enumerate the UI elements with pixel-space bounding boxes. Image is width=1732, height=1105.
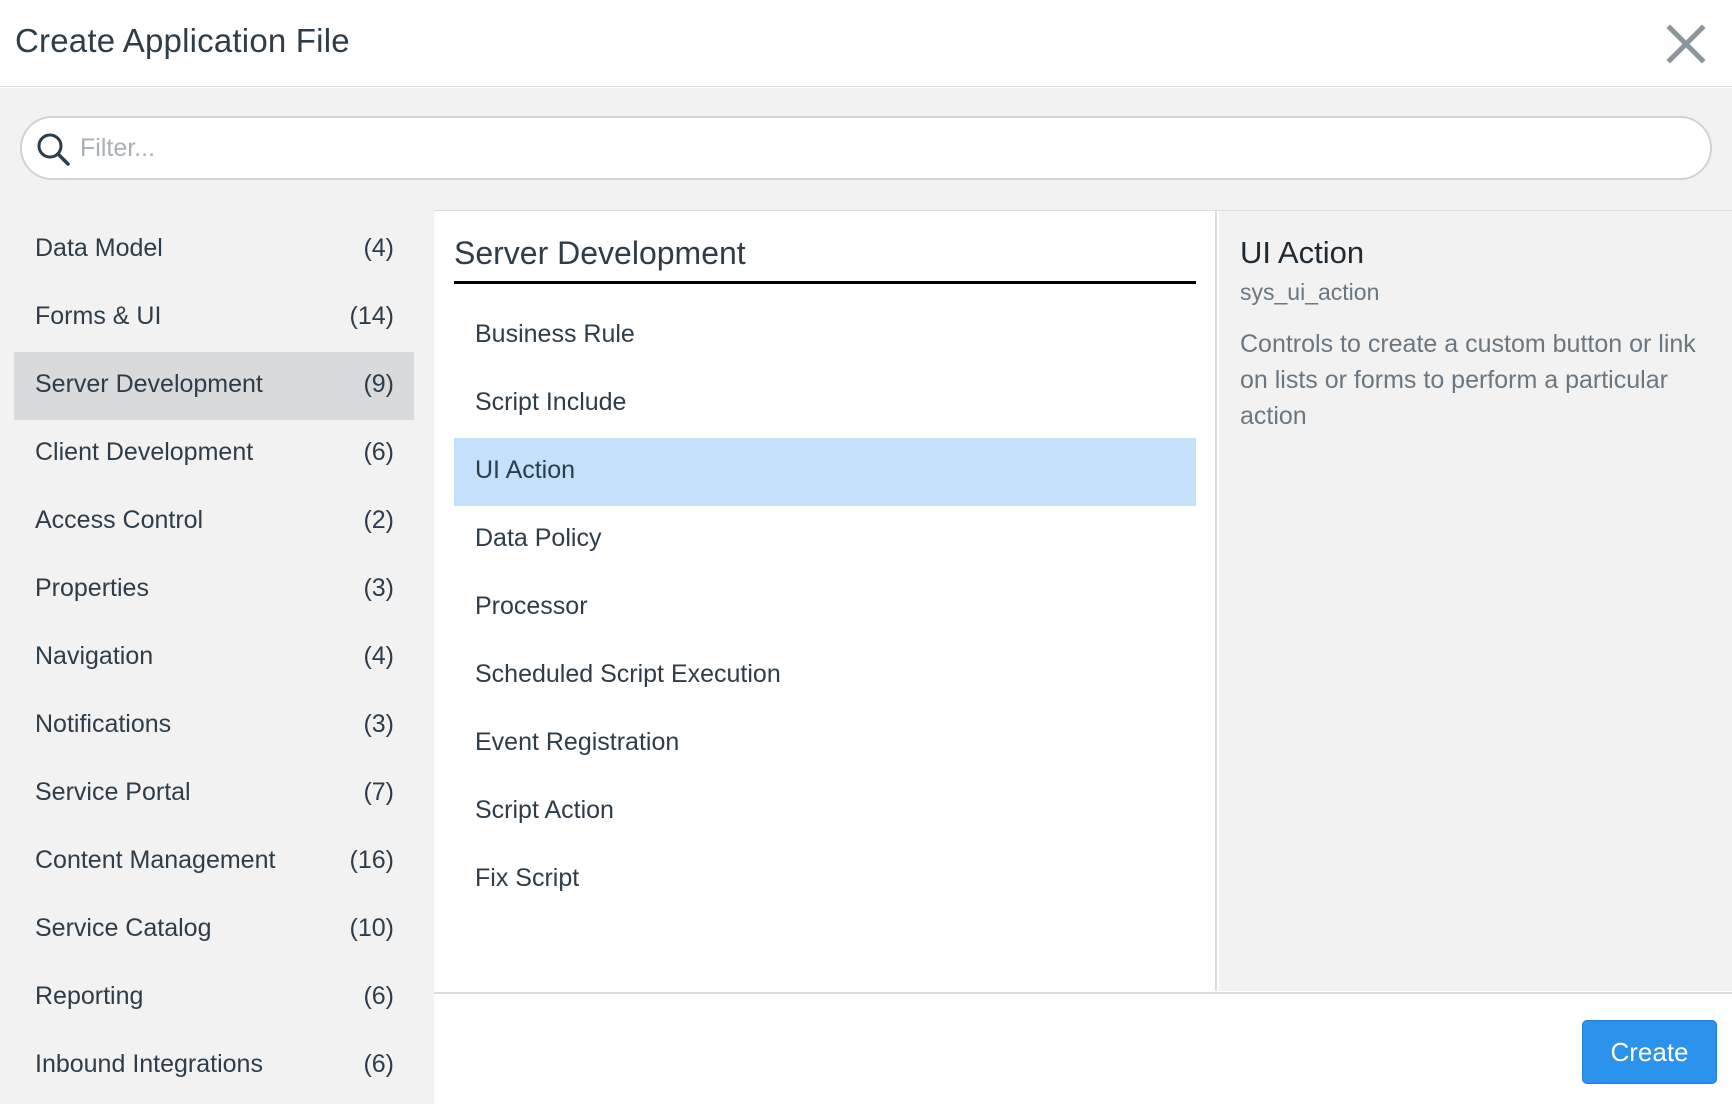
- category-item[interactable]: Client Development (6): [14, 420, 414, 488]
- category-item[interactable]: Service Portal (7): [14, 760, 414, 828]
- category-item[interactable]: Server Development (9): [14, 352, 414, 420]
- create-button[interactable]: Create: [1582, 1020, 1717, 1084]
- category-item[interactable]: Service Catalog (10): [14, 896, 414, 964]
- close-icon: [1666, 24, 1706, 64]
- category-item[interactable]: Content Management (16): [14, 828, 414, 896]
- detail-panel: UI Action sys_ui_action Controls to crea…: [1219, 211, 1732, 991]
- detail-title: UI Action: [1240, 235, 1365, 270]
- category-count: (4): [363, 234, 394, 262]
- file-type-item[interactable]: Scheduled Script Execution: [454, 642, 1196, 710]
- category-item[interactable]: Navigation (4): [14, 624, 414, 692]
- file-type-item[interactable]: Data Policy: [454, 506, 1196, 574]
- file-type-item[interactable]: Business Rule: [454, 302, 1196, 370]
- file-type-item[interactable]: Script Action: [454, 778, 1196, 846]
- category-label: Access Control: [35, 506, 204, 534]
- detail-description: Controls to create a custom button or li…: [1240, 330, 1696, 430]
- dialog-title: Create Application File: [15, 22, 350, 59]
- file-type-column: Server Development Business Rule Script I…: [434, 211, 1217, 991]
- category-list: Data Model (4) Forms & UI (14) Server Develo…: [14, 216, 414, 1100]
- category-count: (3): [363, 710, 394, 738]
- category-count: (2): [363, 506, 394, 534]
- file-type-heading: Server Development: [454, 235, 1196, 284]
- file-type-item[interactable]: Event Registration: [454, 710, 1196, 778]
- category-label: Properties: [35, 574, 149, 602]
- category-item[interactable]: Reporting (6): [14, 964, 414, 1032]
- file-type-item[interactable]: Processor: [454, 574, 1196, 642]
- category-count: (14): [349, 302, 394, 330]
- file-type-label: Data Policy: [475, 524, 602, 552]
- category-count: (10): [349, 914, 394, 942]
- filter-box[interactable]: [20, 116, 1712, 180]
- category-item[interactable]: Properties (3): [14, 556, 414, 624]
- category-label: Service Catalog: [35, 914, 212, 942]
- category-label: Forms & UI: [35, 302, 162, 330]
- file-type-label: Script Action: [475, 796, 614, 824]
- category-label: Client Development: [35, 438, 254, 466]
- file-type-label: Processor: [475, 592, 588, 620]
- category-count: (3): [363, 574, 394, 602]
- category-label: Server Development: [35, 370, 263, 398]
- dialog-body: Data Model (4) Forms & UI (14) Server Develo…: [0, 88, 1732, 1105]
- dialog-header: Create Application File: [0, 0, 1732, 87]
- category-count: (4): [363, 642, 394, 670]
- category-label: Inbound Integrations: [35, 1050, 263, 1078]
- search-icon: [34, 130, 74, 170]
- category-item[interactable]: Access Control (2): [14, 488, 414, 556]
- category-item[interactable]: Data Model (4): [14, 216, 414, 284]
- detail-table-name: sys_ui_action: [1240, 279, 1380, 305]
- category-count: (6): [363, 1050, 394, 1078]
- category-label: Data Model: [35, 234, 163, 262]
- category-count: (6): [363, 982, 394, 1010]
- category-label: Content Management: [35, 846, 276, 874]
- category-label: Service Portal: [35, 778, 191, 806]
- file-type-item[interactable]: Script Include: [454, 370, 1196, 438]
- category-label: Notifications: [35, 710, 172, 738]
- category-count: (16): [349, 846, 394, 874]
- file-type-label: Scheduled Script Execution: [475, 660, 781, 688]
- category-item[interactable]: Inbound Integrations (6): [14, 1032, 414, 1100]
- file-type-label: Fix Script: [475, 864, 580, 892]
- category-count: (9): [363, 370, 394, 398]
- file-type-list: Business Rule Script Include UI Action Data…: [454, 302, 1196, 914]
- file-type-item[interactable]: Fix Script: [454, 846, 1196, 914]
- file-type-label: Business Rule: [475, 320, 635, 348]
- category-item[interactable]: Forms & UI (14): [14, 284, 414, 352]
- category-label: Navigation: [35, 642, 154, 670]
- filter-input[interactable]: [80, 118, 1690, 178]
- file-type-item[interactable]: UI Action: [454, 438, 1196, 506]
- file-type-label: Script Include: [475, 388, 627, 416]
- dialog-footer: Create: [434, 992, 1732, 1105]
- category-count: (7): [363, 778, 394, 806]
- category-count: (6): [363, 438, 394, 466]
- file-type-label: UI Action: [475, 456, 576, 484]
- file-type-label: Event Registration: [475, 728, 680, 756]
- close-button[interactable]: [1662, 20, 1710, 68]
- category-label: Reporting: [35, 982, 144, 1010]
- main-panel: Server Development Business Rule Script I…: [434, 210, 1732, 1105]
- category-item[interactable]: Notifications (3): [14, 692, 414, 760]
